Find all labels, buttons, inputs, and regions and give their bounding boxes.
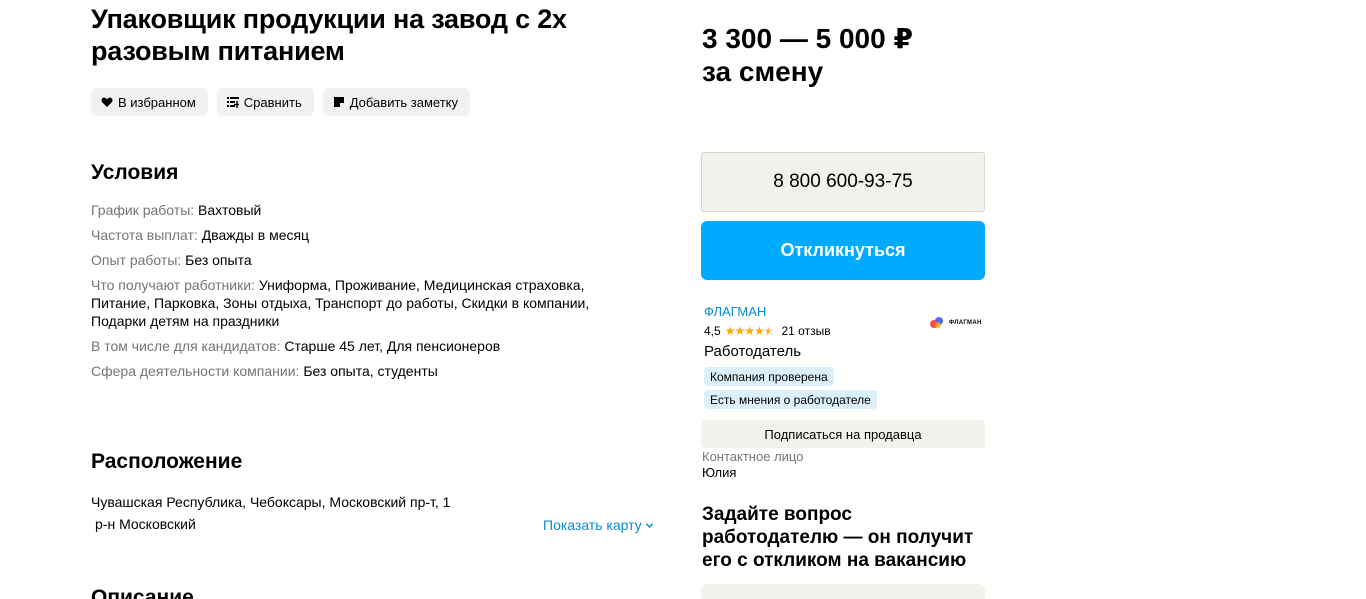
conditions-list: График работы: Вахтовый Частота выплат: … <box>91 201 631 387</box>
conditions-heading: Условия <box>91 161 179 184</box>
condition-value: Дважды в месяц <box>201 227 310 243</box>
add-note-button[interactable]: Добавить заметку <box>322 88 471 116</box>
respond-button[interactable]: Откликнуться <box>701 221 985 280</box>
condition-label: Частота выплат: <box>91 227 198 243</box>
vacancy-title: Упаковщик продукции на завод с 2х разовы… <box>91 4 567 66</box>
condition-value: Старше 45 лет, Для пенсионеров <box>284 338 501 354</box>
condition-label: Опыт работы: <box>91 252 182 268</box>
condition-value: Вахтовый <box>198 202 262 218</box>
condition-label: Что получают работники: <box>91 277 255 293</box>
compare-button[interactable]: Сравнить <box>216 88 314 116</box>
condition-value: Без опыта <box>185 252 252 268</box>
compare-label: Сравнить <box>243 94 302 110</box>
logo-text: ФЛАГМАН <box>949 320 982 326</box>
ask-question-heading: Задайте вопрос работодателю — он получит… <box>702 504 974 571</box>
company-name-link[interactable]: ФЛАГМАН <box>704 304 766 319</box>
salary: 3 300 — 5 000 ₽ за смену <box>702 22 913 88</box>
condition-row: Опыт работы: Без опыта <box>91 251 631 269</box>
salary-period: за смену <box>702 56 824 87</box>
favorite-label: В избранном <box>118 94 196 110</box>
condition-row: В том числе для кандидатов: Старше 45 ле… <box>91 337 631 355</box>
condition-row: Частота выплат: Дважды в месяц <box>91 226 631 244</box>
condition-value: Без опыта, студенты <box>303 363 438 379</box>
condition-label: Сфера деятельности компании: <box>91 363 300 379</box>
add-note-label: Добавить заметку <box>349 94 459 110</box>
vacancy-actions: В избранном Сравнить Добавить заметку <box>91 88 471 116</box>
show-map-link[interactable]: Показать карту <box>543 517 654 533</box>
location-district: р-н Московский <box>95 516 196 532</box>
contact-person-name: Юлия <box>702 465 737 480</box>
location-heading: Расположение <box>91 450 243 473</box>
compare-icon <box>226 97 239 108</box>
show-map-label: Показать карту <box>543 517 642 533</box>
condition-row: Сфера деятельности компании: Без опыта, … <box>91 362 631 380</box>
heart-icon <box>101 97 113 107</box>
condition-label: В том числе для кандидатов: <box>91 338 281 354</box>
rating-value: 4,5 <box>704 324 721 338</box>
chevron-down-icon <box>645 522 653 528</box>
condition-label: График работы: <box>91 202 195 218</box>
company-logo[interactable]: ФЛАГМАН <box>929 316 982 330</box>
flag-logo-icon <box>930 317 943 328</box>
reviews-link[interactable]: 21 отзыв <box>781 324 830 338</box>
verified-badge: Компания проверена <box>704 367 834 386</box>
contact-person-label: Контактное лицо <box>702 449 804 464</box>
location-address: Чувашская Республика, Чебоксары, Московс… <box>91 494 451 510</box>
favorite-button[interactable]: В избранном <box>91 88 208 116</box>
employer-role: Работодатель <box>704 343 802 360</box>
rating-stars-icon: ★★★★★★ <box>724 324 775 338</box>
note-icon <box>333 97 344 107</box>
subscribe-button[interactable]: Подписаться на продавца <box>701 420 985 448</box>
opinions-badge: Есть мнения о работодателе <box>704 390 877 409</box>
phone-button[interactable]: 8 800 600-93-75 <box>701 152 985 212</box>
description-heading: Описание <box>91 586 194 599</box>
condition-row: Что получают работники: Униформа, Прожив… <box>91 276 631 330</box>
company-rating: 4,5 ★★★★★★ 21 отзыв <box>704 324 831 338</box>
condition-row: График работы: Вахтовый <box>91 201 631 219</box>
salary-range: 3 300 — 5 000 ₽ <box>702 23 913 54</box>
question-input[interactable] <box>701 584 985 599</box>
